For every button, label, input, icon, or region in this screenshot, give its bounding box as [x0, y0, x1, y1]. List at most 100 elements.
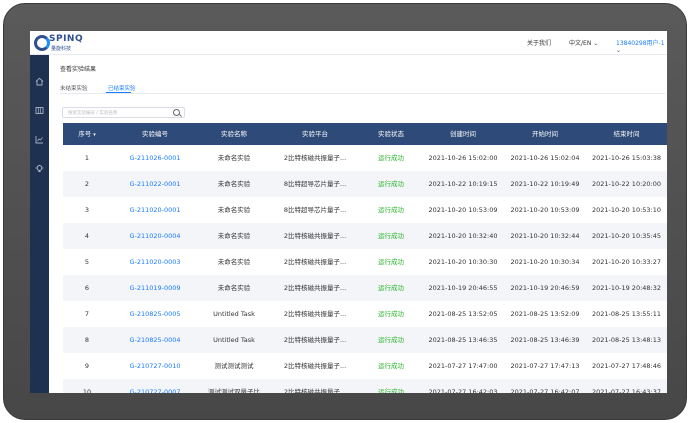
experiment-code-link[interactable]: G-211019-0009 [111, 275, 199, 301]
row-index: 6 [84, 284, 90, 292]
started-time: 2021-10-20 10:32:44 [510, 232, 580, 240]
row-index: 8 [84, 336, 90, 344]
experiment-code-link[interactable]: G-210727-0010 [111, 353, 199, 379]
row-index: 2 [84, 180, 90, 188]
started-time: 2021-10-20 10:30:34 [510, 258, 580, 266]
table-row[interactable]: 2 G-211022-0001 未命名实验 8比特超导芯片量子... 运行成功 2021-… [63, 171, 667, 197]
table-row[interactable]: 4 G-211020-0004 未命名实验 2比特核磁共振量子... 运行成功 2021-… [63, 223, 667, 249]
experiment-status: 运行成功 [378, 388, 404, 393]
experiment-name: 未命名实验 [217, 232, 251, 240]
created-time: 2021-07-27 16:42:03 [428, 388, 498, 393]
grid-icon[interactable] [35, 106, 44, 115]
column-header-name: 实验名称 [221, 130, 247, 138]
row-index: 4 [84, 232, 90, 240]
search-placeholder: 搜索实验编号 / 实验名称 [68, 111, 118, 116]
experiment-name: 测试测试测试 [214, 362, 254, 370]
table-header: 序号 ▾ 实验编号 实验名称 实验平台 实验状态 创建时间 开始时间 结束时间 [63, 123, 667, 145]
tabs-divider [60, 93, 665, 94]
row-index: 7 [84, 310, 90, 318]
home-icon[interactable] [35, 77, 44, 86]
chart-icon[interactable] [35, 135, 44, 144]
experiment-code-link[interactable]: G-210825-0005 [111, 301, 199, 327]
column-header-code: 实验编号 [142, 130, 168, 138]
experiment-platform: 2比特核磁共振量子... [283, 388, 347, 393]
experiment-name: Untitled Task [213, 310, 255, 318]
started-time: 2021-08-25 13:52:09 [510, 310, 580, 318]
ended-time: 2021-08-25 13:55:11 [591, 310, 662, 318]
created-time: 2021-08-25 13:46:35 [428, 336, 498, 344]
tab-finished[interactable]: 已结束实验 [108, 84, 136, 92]
created-time: 2021-10-20 10:53:09 [428, 206, 498, 214]
created-time: 2021-08-25 13:52:05 [428, 310, 498, 318]
experiment-name: 未命名实验 [217, 206, 251, 214]
column-header-started: 开始时间 [532, 130, 558, 138]
experiment-name: 未命名实验 [217, 154, 251, 162]
experiment-code-link[interactable]: G-211020-0003 [111, 249, 199, 275]
experiment-status: 运行成功 [378, 258, 404, 266]
row-index: 1 [84, 154, 90, 162]
started-time: 2021-08-25 13:46:39 [510, 336, 580, 344]
experiment-code-link[interactable]: G-210825-0004 [111, 327, 199, 353]
table-row[interactable]: 9 G-210727-0010 测试测试测试 2比特核磁共振量子... 运行成功 2021… [63, 353, 667, 379]
row-index: 9 [84, 362, 90, 370]
table-row[interactable]: 1 G-211026-0001 未命名实验 2比特核磁共振量子... 运行成功 2021-… [63, 145, 667, 171]
ended-time: 2021-10-20 10:35:45 [591, 232, 662, 240]
experiment-name: 未命名实验 [217, 258, 251, 266]
about-link[interactable]: 关于我们 [527, 38, 551, 47]
experiment-status: 运行成功 [378, 336, 404, 344]
bulb-icon[interactable] [35, 164, 44, 173]
experiment-code-link[interactable]: G-211026-0001 [111, 145, 199, 171]
experiments-table: 序号 ▾ 实验编号 实验名称 实验平台 实验状态 创建时间 开始时间 结束时间 … [63, 123, 667, 393]
top-bar: SPINQ 量旋科技 关于我们 中文/EN ⌄ 13840298用户-1 ⌄ [30, 31, 667, 55]
chevron-down-icon: ⌄ [593, 40, 599, 47]
started-time: 2021-10-20 10:53:09 [510, 206, 580, 214]
started-time: 2021-07-27 16:42:07 [510, 388, 580, 393]
device-frame: SPINQ 量旋科技 关于我们 中文/EN ⌄ 13840298用户-1 ⌄ 查… [3, 3, 687, 420]
logo[interactable]: SPINQ 量旋科技 [34, 33, 84, 53]
table-body: 1 G-211026-0001 未命名实验 2比特核磁共振量子... 运行成功 2021-… [63, 145, 667, 393]
app-screen: SPINQ 量旋科技 关于我们 中文/EN ⌄ 13840298用户-1 ⌄ 查… [30, 31, 667, 393]
table-row[interactable]: 10 G-210727-0007 测试测试双量子比 2比特核磁共振量子... 运行成功 2… [63, 379, 667, 393]
row-index: 10 [82, 388, 92, 393]
experiment-name: 未命名实验 [217, 284, 251, 292]
table-row[interactable]: 6 G-211019-0009 未命名实验 2比特核磁共振量子... 运行成功 2021-… [63, 275, 667, 301]
table-row[interactable]: 7 G-210825-0005 Untitled Task 2比特核磁共振量子... 运… [63, 301, 667, 327]
started-time: 2021-10-19 20:46:59 [510, 284, 580, 292]
column-header-ended: 结束时间 [613, 130, 640, 138]
experiment-code-link[interactable]: G-211020-0004 [111, 223, 199, 249]
experiment-status: 运行成功 [378, 362, 404, 370]
table-row[interactable]: 3 G-211020-0001 未命名实验 8比特超导芯片量子... 运行成功 2021-… [63, 197, 667, 223]
chevron-down-icon: ⌄ [616, 47, 622, 54]
table-row[interactable]: 5 G-211020-0003 未命名实验 2比特核磁共振量子... 运行成功 2021-… [63, 249, 667, 275]
experiment-code-link[interactable]: G-211022-0001 [111, 171, 199, 197]
row-index: 3 [84, 206, 90, 214]
main-content: 查看实验结果 未结束实验 已结束实验 搜索实验编号 / 实验名称 序号 ▾ 实验… [49, 55, 667, 393]
tab-unfinished[interactable]: 未结束实验 [60, 84, 88, 92]
experiment-platform: 8比特超导芯片量子... [283, 206, 347, 214]
created-time: 2021-10-26 15:02:00 [428, 154, 498, 162]
experiment-code-link[interactable]: G-211020-0001 [111, 197, 199, 223]
search-icon[interactable] [173, 109, 180, 116]
experiment-platform: 2比特核磁共振量子... [283, 154, 347, 162]
search-input[interactable]: 搜索实验编号 / 实验名称 [62, 107, 185, 118]
language-switcher[interactable]: 中文/EN ⌄ [569, 38, 598, 47]
user-menu[interactable]: 13840298用户-1 ⌄ [616, 38, 667, 54]
sort-caret-icon[interactable]: ▾ [93, 132, 96, 138]
user-name: 13840298用户-1 [616, 40, 665, 47]
sidebar [30, 55, 49, 393]
table-row[interactable]: 8 G-210825-0004 Untitled Task 2比特核磁共振量子... 运… [63, 327, 667, 353]
experiment-status: 运行成功 [378, 206, 404, 214]
row-index: 5 [84, 258, 90, 266]
experiment-platform: 2比特核磁共振量子... [283, 362, 347, 370]
column-header-index[interactable]: 序号 ▾ [63, 123, 111, 145]
ended-time: 2021-10-22 10:20:00 [591, 180, 662, 188]
experiment-code-link[interactable]: G-210727-0007 [111, 379, 199, 393]
created-time: 2021-07-27 17:47:00 [428, 362, 498, 370]
experiment-status: 运行成功 [378, 154, 404, 162]
experiment-status: 运行成功 [378, 310, 404, 318]
started-time: 2021-07-27 17:47:13 [510, 362, 580, 370]
experiment-platform: 2比特核磁共振量子... [283, 258, 347, 266]
experiment-platform: 2比特核磁共振量子... [283, 336, 347, 344]
ended-time: 2021-10-26 15:03:38 [591, 154, 662, 162]
experiment-name: Untitled Task [213, 336, 255, 344]
